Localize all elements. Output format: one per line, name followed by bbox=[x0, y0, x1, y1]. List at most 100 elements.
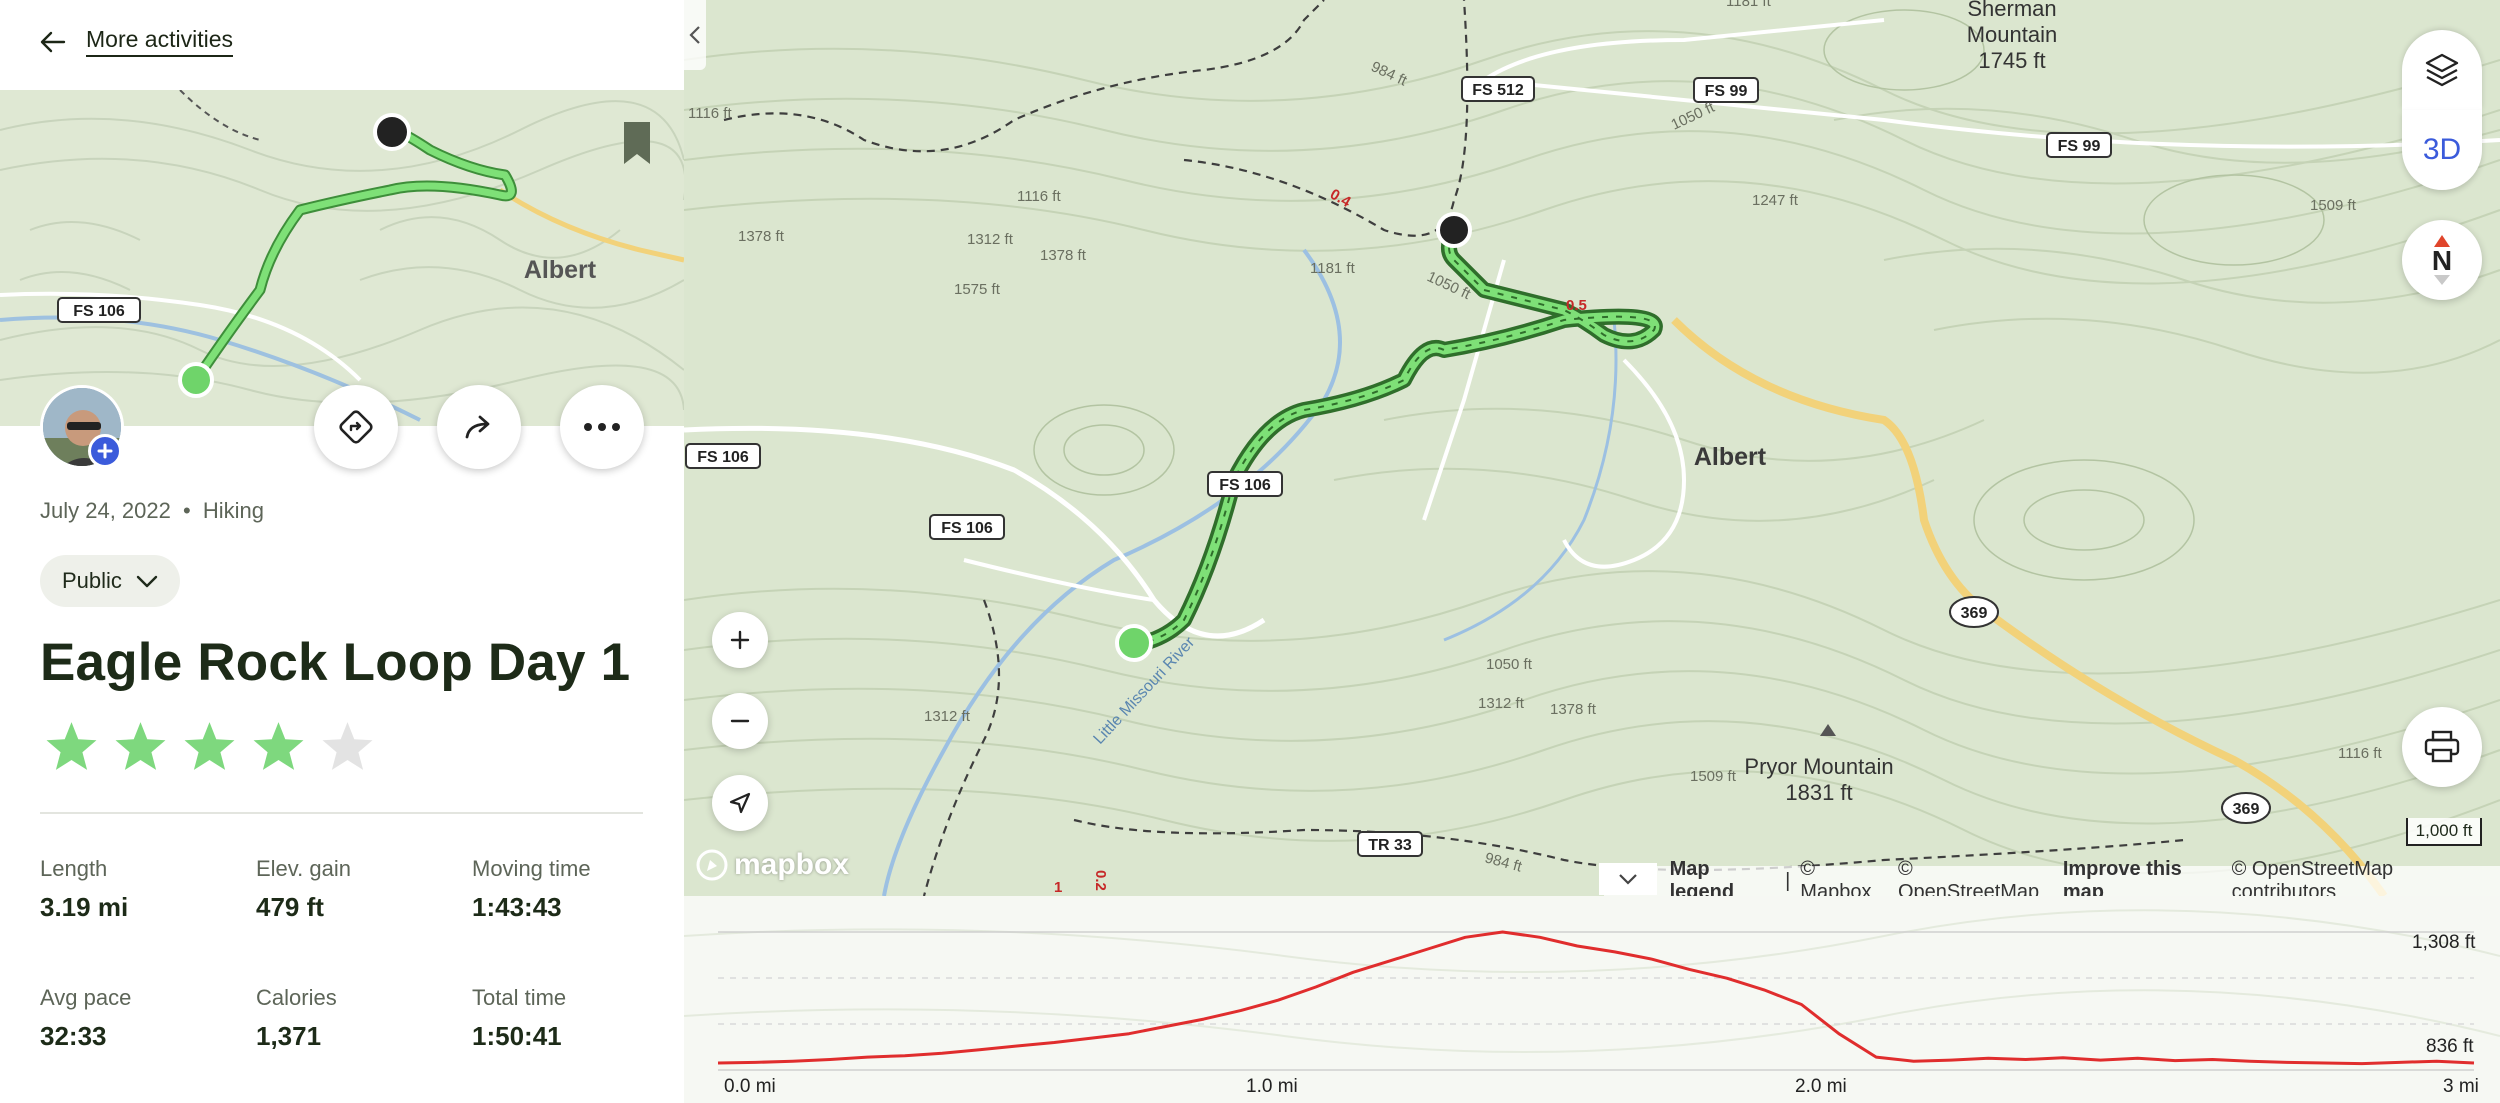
town-label: Albert bbox=[1694, 443, 1767, 471]
star-rating[interactable] bbox=[44, 720, 375, 772]
contour-label: 1509 ft bbox=[1690, 768, 1737, 785]
map-legend-link[interactable]: Map legend bbox=[1670, 858, 1775, 896]
contour-label: 1378 ft bbox=[1040, 247, 1087, 264]
contour-label: 1575 ft bbox=[954, 281, 1001, 298]
place-label: 1745 ft bbox=[1978, 48, 2045, 73]
stat-label: Moving time bbox=[472, 856, 591, 881]
road-shield: FS 99 bbox=[2046, 132, 2112, 158]
mapbox-attrib-link[interactable]: © Mapbox bbox=[1800, 858, 1888, 896]
contour-label: 1116 ft bbox=[688, 105, 732, 122]
stat-value: 479 ft bbox=[256, 892, 324, 922]
activity-type: Hiking bbox=[202, 498, 264, 523]
collapse-attribution-button[interactable] bbox=[1599, 863, 1657, 895]
mapbox-logo[interactable]: mapbox bbox=[696, 848, 849, 882]
share-button[interactable] bbox=[437, 385, 521, 469]
road-shield: FS 512 bbox=[1461, 76, 1535, 102]
north-label: N bbox=[2431, 245, 2453, 276]
stat-avg-pace: Avg pace 32:33 bbox=[40, 985, 131, 1052]
star-empty-icon[interactable] bbox=[320, 720, 375, 772]
contour-label: 1247 ft bbox=[1752, 192, 1799, 209]
contour-label: 1312 ft bbox=[1478, 695, 1525, 712]
map-scale: 1,000 ft bbox=[2406, 818, 2482, 846]
contour-label: 1116 ft bbox=[1017, 188, 1061, 205]
road-shield: TR 33 bbox=[1357, 831, 1423, 857]
shield-text: 369 bbox=[2233, 801, 2260, 818]
directions-button[interactable] bbox=[314, 385, 398, 469]
compass-button[interactable]: N bbox=[2402, 220, 2482, 300]
thumb-road-label: FS 106 bbox=[73, 303, 125, 320]
osm-attrib-link[interactable]: © OpenStreetMap bbox=[1898, 858, 2053, 896]
shield-text: FS 99 bbox=[2058, 138, 2101, 155]
chevron-down-icon bbox=[1619, 874, 1637, 885]
place-label: 1831 ft bbox=[1785, 780, 1852, 805]
map-route-start-marker[interactable] bbox=[1115, 624, 1153, 662]
place-label: Pryor Mountain bbox=[1744, 754, 1893, 779]
plus-member-badge-icon bbox=[88, 434, 122, 468]
minus-icon bbox=[730, 719, 750, 723]
divider bbox=[40, 812, 643, 814]
topographic-map[interactable]: FS 512 FS 99 FS 99 FS 106 FS 106 FS 106 … bbox=[684, 0, 2500, 896]
star-filled-icon[interactable] bbox=[251, 720, 306, 772]
mapbox-wordmark: mapbox bbox=[734, 848, 850, 881]
contour-label: 1378 ft bbox=[738, 228, 785, 245]
stat-length: Length 3.19 mi bbox=[40, 856, 128, 923]
shield-text: FS 106 bbox=[941, 520, 993, 537]
mile-marker: 1 bbox=[1054, 879, 1062, 896]
activity-meta: July 24, 2022 • Hiking bbox=[40, 498, 264, 524]
shield-text: FS 106 bbox=[697, 449, 749, 466]
stat-value: 32:33 bbox=[40, 1021, 107, 1051]
more-options-button[interactable] bbox=[560, 385, 644, 469]
mile-marker: 0.5 bbox=[1566, 297, 1587, 314]
location-arrow-icon bbox=[729, 792, 751, 814]
stat-label: Calories bbox=[256, 985, 337, 1010]
contour-label: 1050 ft bbox=[1486, 656, 1533, 673]
elev-x-label: 0.0 mi bbox=[724, 1076, 776, 1097]
zoom-in-button[interactable] bbox=[712, 612, 768, 668]
stat-label: Elev. gain bbox=[256, 856, 351, 881]
attrib-separator: | bbox=[1785, 869, 1791, 892]
stat-label: Length bbox=[40, 856, 108, 881]
stat-total-time: Total time 1:50:41 bbox=[472, 985, 566, 1052]
stat-label: Avg pace bbox=[40, 985, 132, 1010]
layers-button[interactable] bbox=[2402, 30, 2482, 110]
activity-panel: More activities FS 106 Albert July 24, 2… bbox=[0, 0, 684, 1103]
elev-x-label: 1.0 mi bbox=[1246, 1076, 1298, 1097]
osm-contributors-link[interactable]: © OpenStreetMap contributors bbox=[2232, 858, 2492, 896]
mapbox-logo-icon bbox=[696, 849, 728, 881]
route-thumbnail-map[interactable]: FS 106 Albert bbox=[0, 90, 684, 426]
star-filled-icon[interactable] bbox=[113, 720, 168, 772]
share-arrow-icon bbox=[465, 415, 490, 439]
chevron-down-icon bbox=[136, 575, 158, 588]
collapse-panel-button[interactable] bbox=[684, 0, 706, 70]
shield-text: FS 106 bbox=[1219, 477, 1271, 494]
map-route-end-marker[interactable] bbox=[1436, 212, 1472, 248]
stat-elev-gain: Elev. gain 479 ft bbox=[256, 856, 351, 923]
elev-min-label: 836 ft bbox=[2426, 1036, 2474, 1057]
route-end-marker bbox=[373, 113, 411, 151]
elev-max-label: 1,308 ft bbox=[2412, 932, 2476, 953]
back-link-label: More activities bbox=[86, 26, 233, 57]
elev-x-label: 2.0 mi bbox=[1795, 1076, 1847, 1097]
privacy-label: Public bbox=[62, 568, 122, 593]
privacy-dropdown[interactable]: Public bbox=[40, 555, 180, 607]
thumb-town-label: Albert bbox=[524, 256, 597, 284]
print-button[interactable] bbox=[2402, 707, 2482, 787]
zoom-out-button[interactable] bbox=[712, 693, 768, 749]
directions-icon bbox=[339, 410, 373, 444]
locate-me-button[interactable] bbox=[712, 775, 768, 831]
stat-moving-time: Moving time 1:43:43 bbox=[472, 856, 591, 923]
3d-toggle-button[interactable]: 3D bbox=[2402, 110, 2482, 190]
back-link[interactable]: More activities bbox=[40, 26, 233, 57]
plus-icon bbox=[730, 630, 750, 650]
elevation-profile[interactable]: 1,308 ft 836 ft 0.0 mi 1.0 mi 2.0 mi 3 m… bbox=[684, 896, 2500, 1103]
stat-value: 1:43:43 bbox=[472, 892, 562, 922]
activity-date: July 24, 2022 bbox=[40, 498, 171, 523]
stat-value: 1:50:41 bbox=[472, 1021, 562, 1051]
stat-value: 3.19 mi bbox=[40, 892, 129, 922]
printer-icon bbox=[2424, 730, 2460, 763]
star-filled-icon[interactable] bbox=[44, 720, 99, 772]
star-filled-icon[interactable] bbox=[182, 720, 237, 772]
contour-label: 1116 ft bbox=[2338, 745, 2382, 762]
improve-map-link[interactable]: Improve this map bbox=[2063, 858, 2222, 896]
layers-icon bbox=[2425, 53, 2459, 87]
